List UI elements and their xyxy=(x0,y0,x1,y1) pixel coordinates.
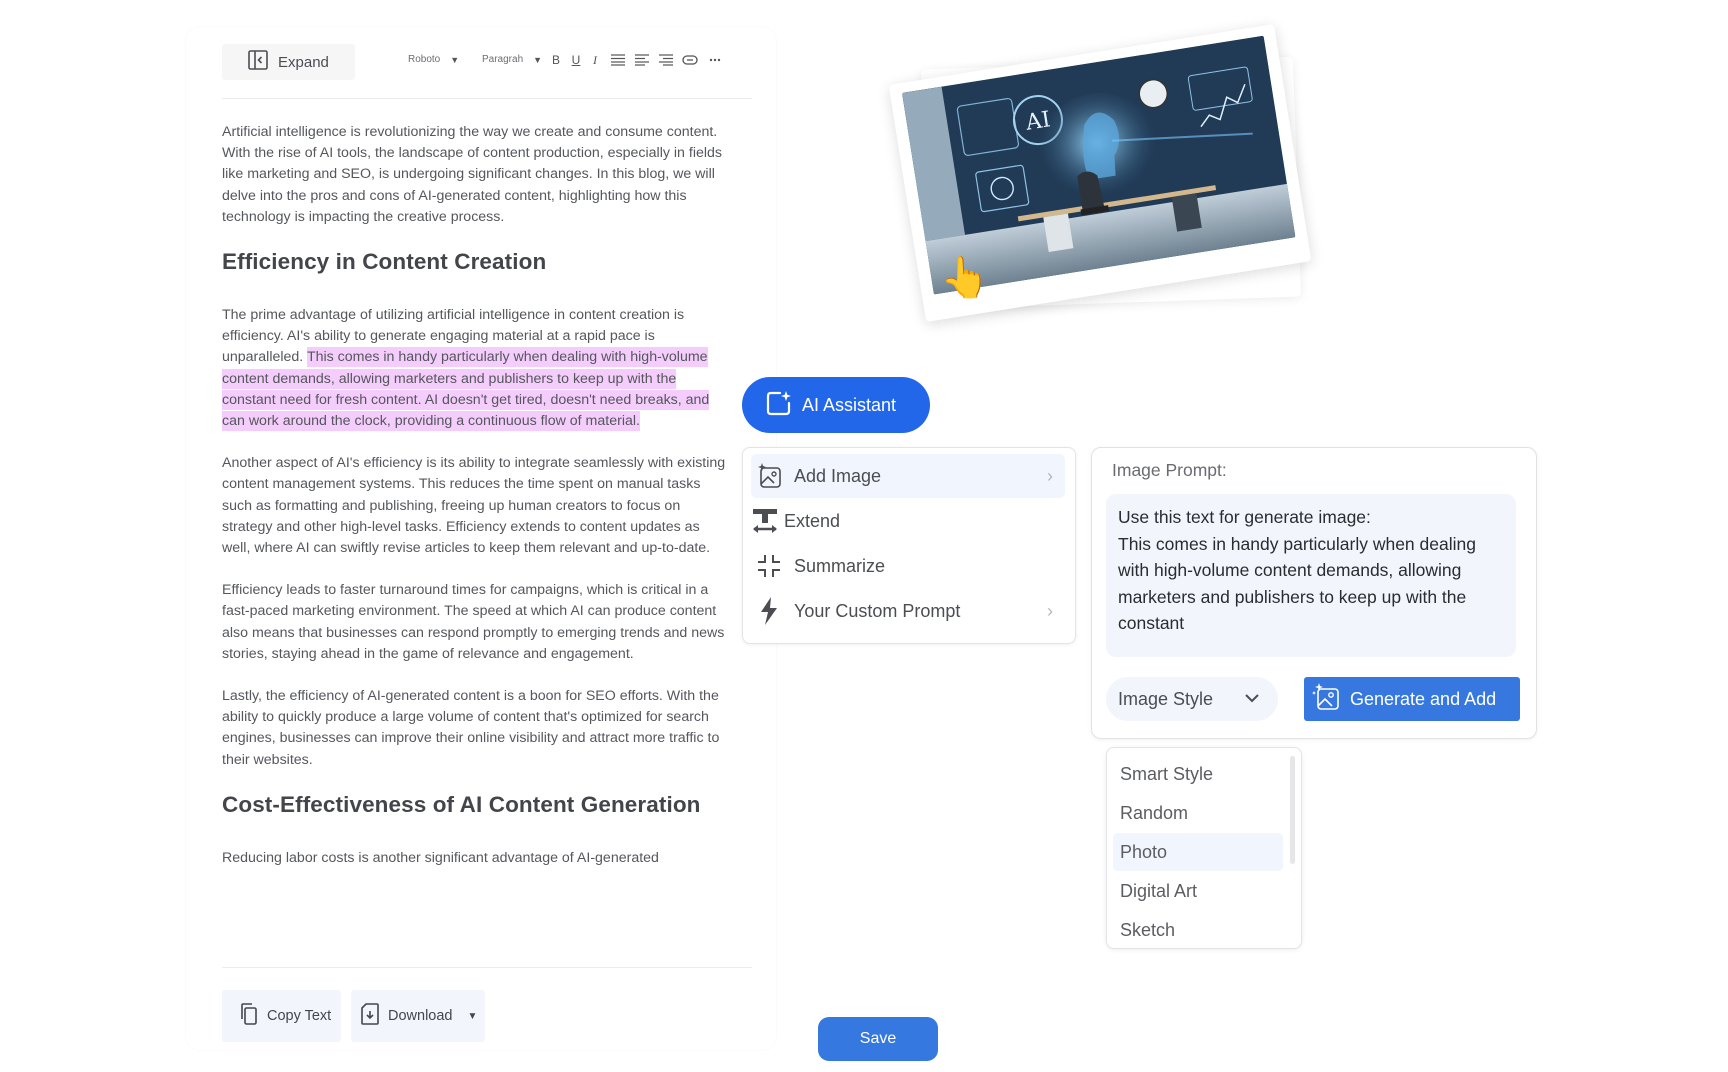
image-style-dropdown: Smart Style Random Photo Digital Art Ske… xyxy=(1106,747,1302,949)
copy-text-label: Copy Text xyxy=(267,1008,332,1024)
ai-assistant-button[interactable]: AI Assistant xyxy=(742,377,930,433)
toolbar-divider xyxy=(222,98,752,99)
caret-down-icon: ▼ xyxy=(467,1010,478,1022)
intro-paragraph: Artificial intelligence is revolutionizi… xyxy=(222,124,722,225)
paragraph: Another aspect of AI's efficiency is its… xyxy=(222,455,726,557)
font-family-value: Roboto xyxy=(408,54,441,65)
image-prompt-title: Image Prompt: xyxy=(1112,460,1227,480)
paragraph-cutoff: Reducing labor costs is another signific… xyxy=(222,849,659,866)
add-image-icon xyxy=(754,461,784,491)
copy-icon xyxy=(238,1002,258,1030)
menu-item-add-image[interactable]: Add Image › xyxy=(751,454,1065,498)
save-button[interactable]: Save xyxy=(818,1017,938,1061)
menu-item-summarize[interactable]: Summarize xyxy=(751,544,1065,588)
extend-icon xyxy=(750,506,780,536)
paragraph: The prime advantage of utilizing artific… xyxy=(222,305,728,432)
paragraph: Efficiency leads to faster turnaround ti… xyxy=(222,582,725,662)
font-family-select[interactable]: Roboto ▼ xyxy=(408,54,459,65)
style-option-photo[interactable]: Photo xyxy=(1113,833,1283,871)
align-right-icon[interactable] xyxy=(657,51,675,69)
menu-item-custom-prompt[interactable]: Your Custom Prompt › xyxy=(751,589,1065,633)
copy-text-button[interactable]: Copy Text xyxy=(222,990,341,1042)
bold-icon[interactable]: B xyxy=(547,51,565,69)
ai-assistant-menu: Add Image › Extend Summarize Your Custom… xyxy=(742,447,1076,644)
image-style-label: Image Style xyxy=(1118,688,1214,709)
download-button[interactable]: Download ▼ xyxy=(351,990,485,1042)
dropdown-scrollbar[interactable] xyxy=(1290,756,1295,864)
sidebar-collapse-icon xyxy=(248,49,268,75)
editor-toolbar: Expand Roboto ▼ Paragrah ▼ B U I xyxy=(222,44,752,92)
chevron-down-icon xyxy=(1244,688,1260,713)
style-option-sketch[interactable]: Sketch xyxy=(1113,911,1283,948)
ai-sparkle-icon xyxy=(766,390,792,421)
image-style-select[interactable]: Image Style xyxy=(1106,677,1278,721)
menu-item-extend[interactable]: Extend xyxy=(751,499,1065,543)
hand-pointer-icon: 👆 xyxy=(940,256,990,300)
style-option-random[interactable]: Random xyxy=(1113,794,1283,832)
caret-down-icon: ▼ xyxy=(533,54,543,65)
image-prompt-panel: Image Prompt: Use this text for generate… xyxy=(1091,447,1537,739)
expand-button[interactable]: Expand xyxy=(222,44,355,80)
menu-item-label: Add Image xyxy=(794,465,882,486)
align-left-icon[interactable] xyxy=(633,51,651,69)
caret-down-icon: ▼ xyxy=(450,54,460,65)
section-heading: Efficiency in Content Creation xyxy=(222,249,547,275)
menu-item-label: Summarize xyxy=(794,555,886,576)
download-file-icon xyxy=(361,1002,379,1030)
ai-assistant-label: AI Assistant xyxy=(802,394,897,415)
block-type-value: Paragrah xyxy=(482,54,524,65)
style-option-smart-style[interactable]: Smart Style xyxy=(1113,755,1283,793)
menu-item-label: Extend xyxy=(784,510,841,531)
chevron-right-icon: › xyxy=(1047,600,1053,621)
image-prompt-textarea[interactable]: Use this text for generate image: This c… xyxy=(1106,494,1516,657)
add-image-icon xyxy=(1312,682,1340,716)
download-label: Download xyxy=(388,1008,453,1024)
more-icon[interactable] xyxy=(706,51,724,69)
chevron-right-icon: › xyxy=(1047,465,1053,486)
summarize-icon xyxy=(754,551,784,581)
underline-icon[interactable]: U xyxy=(567,51,585,69)
editor-content[interactable]: Artificial intelligence is revolutionizi… xyxy=(222,122,728,967)
block-type-select[interactable]: Paragrah ▼ xyxy=(482,54,542,65)
bolt-icon xyxy=(754,596,784,626)
align-justify-icon[interactable] xyxy=(609,51,627,69)
italic-icon[interactable]: I xyxy=(586,51,604,69)
expand-label: Expand xyxy=(278,53,329,71)
footer-divider xyxy=(222,967,752,968)
style-option-digital-art[interactable]: Digital Art xyxy=(1113,872,1283,910)
paragraph: Lastly, the efficiency of AI-generated c… xyxy=(222,688,720,768)
section-heading: Cost-Effectiveness of AI Content Generat… xyxy=(222,791,701,817)
generate-and-add-label: Generate and Add xyxy=(1350,688,1497,709)
link-icon[interactable] xyxy=(681,51,699,69)
generate-and-add-button[interactable]: Generate and Add xyxy=(1304,677,1520,721)
editor-card: Expand Roboto ▼ Paragrah ▼ B U I Artific… xyxy=(186,27,938,1061)
menu-item-label: Your Custom Prompt xyxy=(794,600,961,621)
